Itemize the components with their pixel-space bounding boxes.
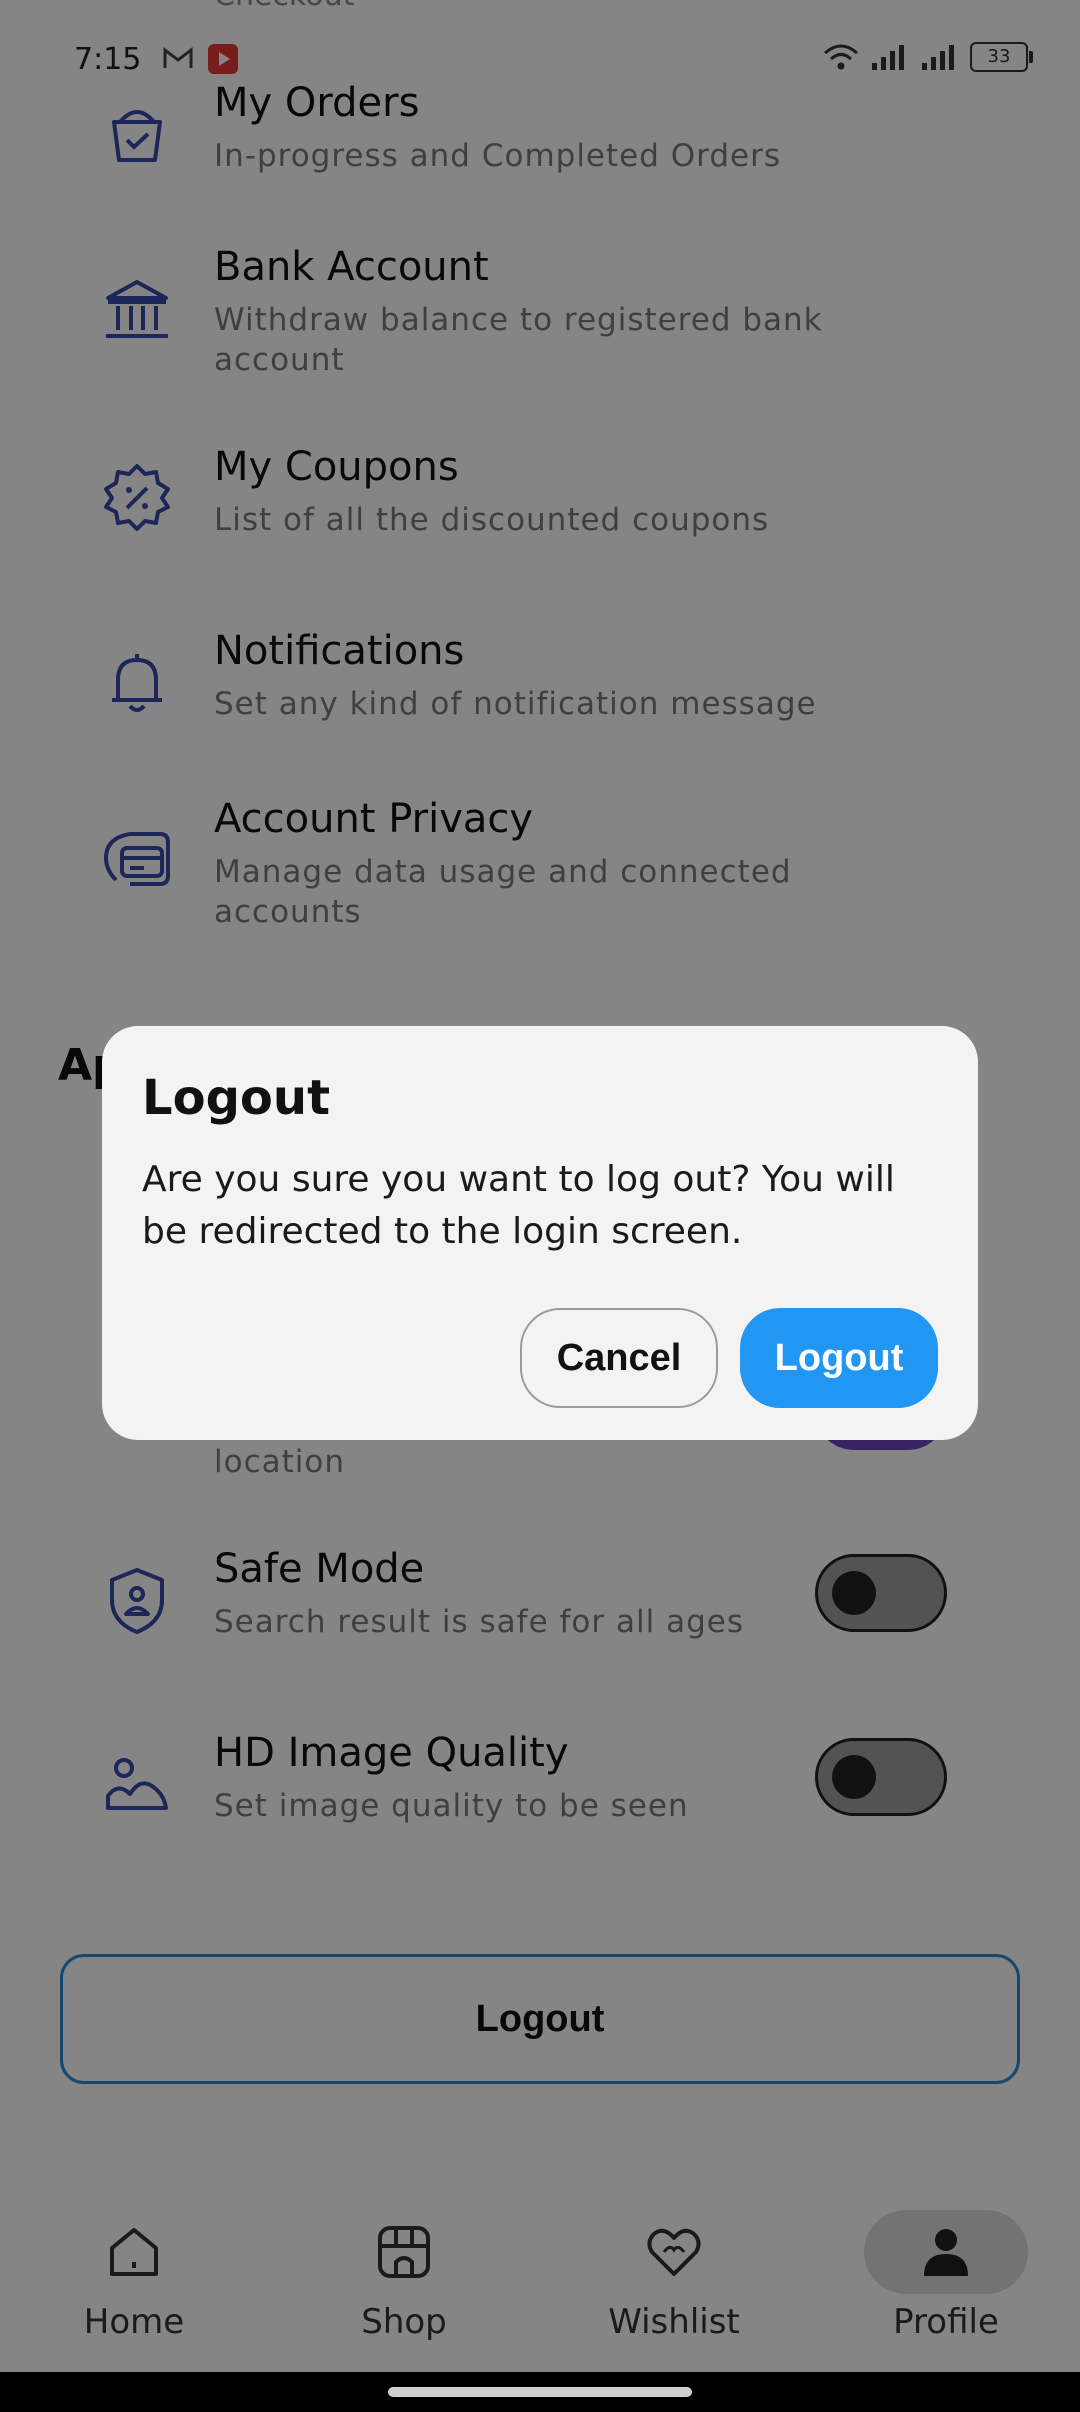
home-indicator[interactable] — [388, 2387, 692, 2397]
profile-screen: 7:15 33 Checkout — [0, 0, 1080, 2372]
confirm-logout-button[interactable]: Logout — [740, 1308, 938, 1408]
dialog-title: Logout — [142, 1070, 331, 1126]
logout-dialog: Logout Are you sure you want to log out?… — [102, 1026, 978, 1440]
dialog-message: Are you sure you want to log out? You wi… — [142, 1159, 895, 1252]
cancel-button[interactable]: Cancel — [520, 1308, 718, 1408]
